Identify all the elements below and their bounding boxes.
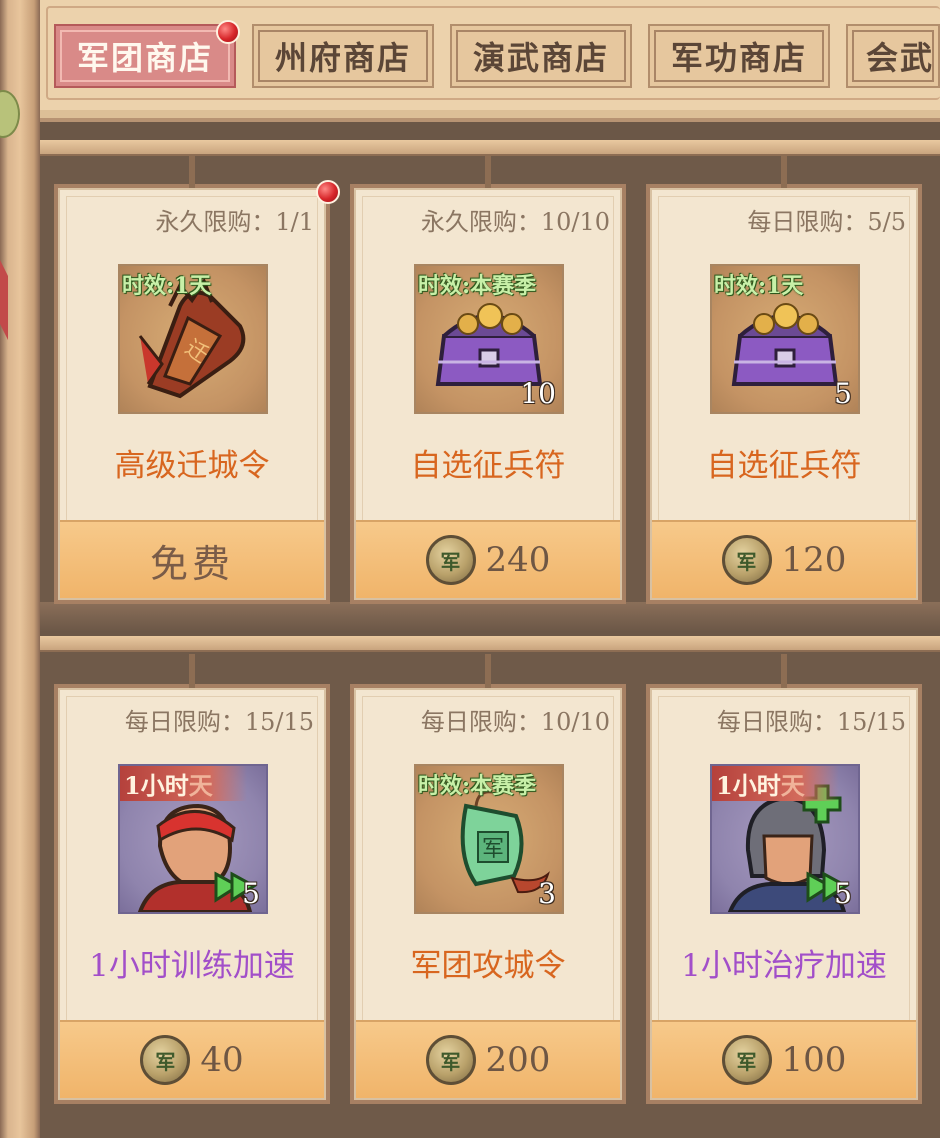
tab-label: 军团商店 bbox=[76, 39, 213, 77]
card-body: 每日限购：15/15 1小时天 5 1小时治疗加速 军 100 bbox=[650, 688, 918, 1100]
tab-legion-shop[interactable]: 军团商店 bbox=[54, 24, 236, 88]
legion-coin-icon: 军 bbox=[140, 1035, 191, 1085]
svg-text:军: 军 bbox=[482, 837, 504, 862]
shop-item-card[interactable]: 每日限购：15/15 1小时天 5 1小时训练加速 军 40 bbox=[54, 654, 330, 1104]
card-body: 永久限购：1/1 迁 时效:1天 高级迁城令 免费 bbox=[58, 188, 326, 600]
duration-badge: 时效:本赛季 bbox=[418, 273, 537, 299]
purchase-limit: 每日限购：15/15 bbox=[716, 708, 906, 736]
buy-button[interactable]: 军 40 bbox=[60, 1020, 324, 1098]
item-icon-frame: 时效:本赛季 10 bbox=[414, 264, 564, 414]
item-name: 自选征兵符 bbox=[706, 448, 862, 484]
duration-badge: 1小时天 bbox=[712, 766, 839, 801]
hanging-string bbox=[485, 654, 491, 688]
purchase-limit: 永久限购：1/1 bbox=[155, 208, 314, 236]
legion-coin-icon: 军 bbox=[721, 535, 772, 585]
hanging-string bbox=[781, 654, 787, 688]
card-body: 每日限购：5/5 时效:1天 5 自选征兵符 军 120 bbox=[650, 188, 918, 600]
item-name: 1小时治疗加速 bbox=[681, 948, 887, 984]
item-name: 自选征兵符 bbox=[410, 448, 566, 484]
duration-badge: 时效:本赛季 bbox=[418, 773, 537, 799]
legion-coin-icon: 军 bbox=[721, 1035, 772, 1085]
duration-text: 1小时 bbox=[716, 771, 781, 800]
tab-prefecture-shop[interactable]: 州府商店 bbox=[252, 24, 434, 88]
shop-item-card[interactable]: 每日限购：15/15 1小时天 5 1小时治疗加速 军 100 bbox=[646, 654, 922, 1104]
price-free-label: 免费 bbox=[149, 541, 234, 586]
shop-item-card[interactable]: 永久限购：1/1 迁 时效:1天 高级迁城令 免费 bbox=[54, 154, 330, 604]
tab-label: 州府商店 bbox=[274, 39, 411, 77]
tab-tournament-shop[interactable]: 会武 bbox=[846, 24, 940, 88]
item-name: 1小时训练加速 bbox=[89, 948, 295, 984]
card-body: 每日限购：10/10 军 时效:本赛季 3 军团攻城令 军 200 bbox=[354, 688, 622, 1100]
tab-merit-shop[interactable]: 军功商店 bbox=[648, 24, 830, 88]
price-value: 120 bbox=[781, 540, 847, 580]
duration-tail: 天 bbox=[188, 771, 213, 800]
purchase-limit: 永久限购：10/10 bbox=[420, 208, 610, 236]
shop-item-card[interactable]: 永久限购：10/10 时效:本赛季 10 自选征兵符 军 240 bbox=[350, 154, 626, 604]
item-quantity: 5 bbox=[242, 877, 260, 910]
price-value: 240 bbox=[485, 540, 551, 580]
purchase-limit: 每日限购：10/10 bbox=[420, 708, 610, 736]
card-body: 每日限购：15/15 1小时天 5 1小时训练加速 军 40 bbox=[58, 688, 326, 1100]
hanging-string bbox=[189, 654, 195, 688]
item-name: 高级迁城令 bbox=[114, 448, 270, 484]
item-notification-dot bbox=[316, 180, 340, 204]
buy-button[interactable]: 军 240 bbox=[356, 520, 620, 598]
item-quantity: 3 bbox=[538, 877, 556, 910]
duration-text: 1小时 bbox=[124, 771, 189, 800]
price-value: 200 bbox=[485, 1040, 551, 1080]
tab-label: 军功商店 bbox=[670, 39, 807, 77]
shop-tab-bar: 军团商店 州府商店 演武商店 军功商店 会武 bbox=[40, 0, 940, 122]
shelf-beam bbox=[40, 636, 940, 652]
side-knob-icon[interactable] bbox=[0, 90, 20, 138]
tab-label: 演武商店 bbox=[472, 39, 609, 77]
hanging-string bbox=[189, 154, 195, 188]
duration-tail: 天 bbox=[780, 771, 805, 800]
item-quantity: 5 bbox=[834, 877, 852, 910]
item-icon-frame: 1小时天 5 bbox=[118, 764, 268, 914]
legion-coin-icon: 军 bbox=[425, 1035, 476, 1085]
shop-item-card[interactable]: 每日限购：10/10 军 时效:本赛季 3 军团攻城令 军 200 bbox=[350, 654, 626, 1104]
duration-badge: 时效:1天 bbox=[714, 273, 804, 299]
buy-button[interactable]: 军 120 bbox=[652, 520, 916, 598]
item-icon-frame: 迁 时效:1天 bbox=[118, 264, 268, 414]
tab-label: 会武 bbox=[866, 39, 935, 77]
buy-button[interactable]: 军 200 bbox=[356, 1020, 620, 1098]
item-quantity: 5 bbox=[834, 377, 852, 410]
left-frame bbox=[0, 0, 40, 1138]
legion-coin-icon: 军 bbox=[425, 535, 476, 585]
card-body: 永久限购：10/10 时效:本赛季 10 自选征兵符 军 240 bbox=[354, 188, 622, 600]
free-claim-button[interactable]: 免费 bbox=[60, 520, 324, 598]
item-icon-frame: 时效:1天 5 bbox=[710, 264, 860, 414]
duration-badge: 时效:1天 bbox=[122, 273, 212, 299]
purchase-limit: 每日限购：15/15 bbox=[124, 708, 314, 736]
item-quantity: 10 bbox=[520, 377, 556, 410]
hanging-string bbox=[781, 154, 787, 188]
item-icon-frame: 军 时效:本赛季 3 bbox=[414, 764, 564, 914]
tab-martial-shop[interactable]: 演武商店 bbox=[450, 24, 632, 88]
side-flag-icon bbox=[0, 260, 8, 340]
shelf-ledge bbox=[40, 602, 940, 632]
buy-button[interactable]: 军 100 bbox=[652, 1020, 916, 1098]
item-icon-frame: 1小时天 5 bbox=[710, 764, 860, 914]
price-value: 40 bbox=[200, 1040, 244, 1080]
hanging-string bbox=[485, 154, 491, 188]
price-value: 100 bbox=[781, 1040, 847, 1080]
tab-notification-dot bbox=[216, 20, 240, 44]
purchase-limit: 每日限购：5/5 bbox=[747, 208, 906, 236]
item-name: 军团攻城令 bbox=[410, 948, 566, 984]
duration-badge: 1小时天 bbox=[120, 766, 247, 801]
shop-item-card[interactable]: 每日限购：5/5 时效:1天 5 自选征兵符 军 120 bbox=[646, 154, 922, 604]
